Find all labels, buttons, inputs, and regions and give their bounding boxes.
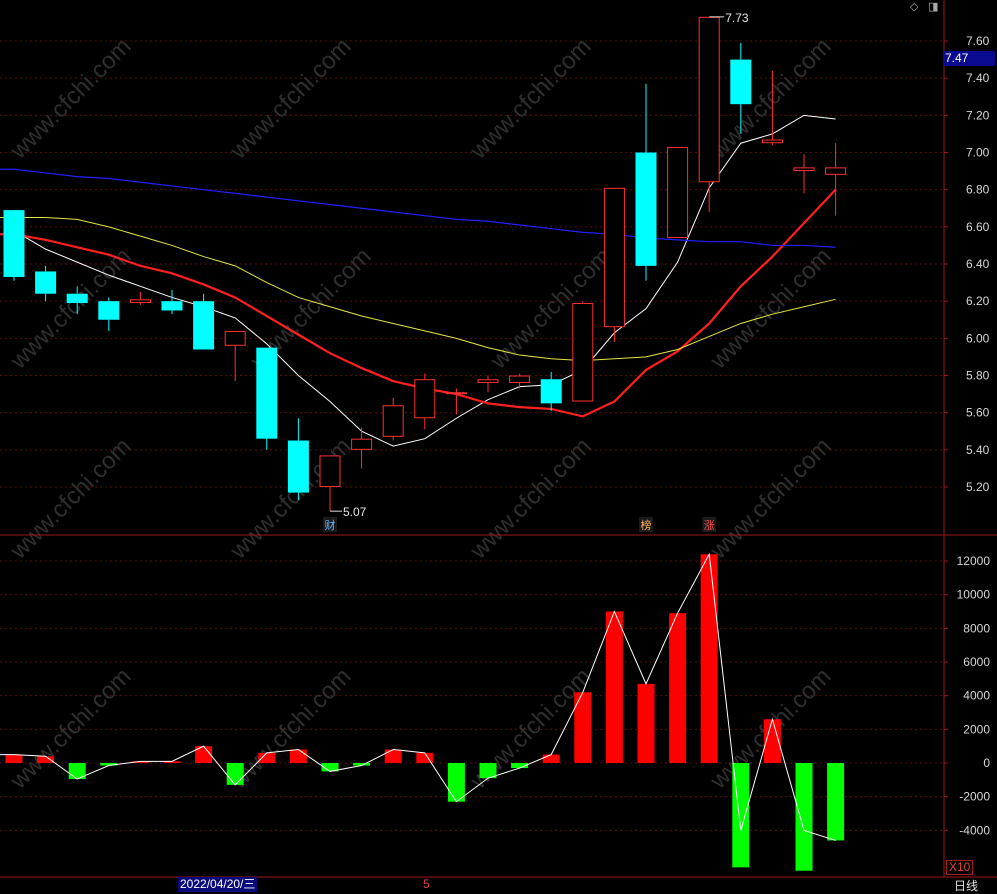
candle-body xyxy=(3,210,25,278)
event-marker: 榜 xyxy=(641,518,652,532)
price-tick-label: 5.20 xyxy=(966,480,990,494)
volume-bar xyxy=(5,754,23,763)
candle-body xyxy=(98,301,120,320)
candle-body xyxy=(477,379,499,383)
volume-multiplier-badge: X10 xyxy=(946,860,974,875)
volume-bar xyxy=(574,692,592,763)
candle-body xyxy=(603,187,625,328)
price-tick-label: 5.60 xyxy=(966,406,990,420)
price-tick-label: 6.20 xyxy=(966,294,990,308)
watermark-text: www.cfchi.com xyxy=(704,33,836,165)
price-tick-label: 7.40 xyxy=(966,71,990,85)
watermark-text: www.cfchi.com xyxy=(464,433,596,565)
candle-body xyxy=(730,59,752,105)
stock-chart[interactable]: www.cfchi.com www.cfchi.com www.cfchi.com w… xyxy=(0,0,997,894)
volume-tick-label: 12000 xyxy=(957,554,991,568)
low-label: 5.07 xyxy=(343,505,367,519)
diamond-icon[interactable]: ◇ xyxy=(910,0,918,13)
candle-body xyxy=(414,379,436,419)
price-tick-label: 5.40 xyxy=(966,443,990,457)
price-tick-label: 7.00 xyxy=(966,146,990,160)
candle-body xyxy=(761,139,783,144)
volume-bar xyxy=(37,756,55,763)
watermark-text: www.cfchi.com xyxy=(464,33,596,165)
candle-body xyxy=(540,379,562,404)
high-label: 7.73 xyxy=(725,11,749,25)
volume-bar xyxy=(605,611,623,763)
window-toggle-icon[interactable]: ◨ xyxy=(928,0,938,13)
volume-bar xyxy=(226,763,244,785)
watermark-text: www.cfchi.com xyxy=(484,243,616,375)
volume-bar xyxy=(637,683,655,763)
current-price-tag: 7.47 xyxy=(943,51,995,66)
candle-body xyxy=(825,167,847,175)
candle-body xyxy=(793,167,815,172)
volume-bar xyxy=(669,613,687,763)
candle-body xyxy=(698,16,720,183)
candle-body xyxy=(66,293,88,304)
candle-body xyxy=(319,455,341,487)
candle-body xyxy=(256,347,278,439)
price-tick-label: 6.40 xyxy=(966,257,990,271)
volume-tick-label: 4000 xyxy=(963,689,990,703)
period-selector[interactable]: 日线 xyxy=(954,877,978,894)
volume-bar xyxy=(795,763,813,871)
volume-bar xyxy=(827,763,845,841)
candle-body xyxy=(445,392,467,395)
candle-body xyxy=(572,303,594,402)
watermark-text: www.cfchi.com xyxy=(704,243,836,375)
candle-body xyxy=(224,330,246,346)
price-tick-label: 7.20 xyxy=(966,108,990,122)
candle-body xyxy=(129,299,151,304)
candle-body xyxy=(351,438,373,450)
candle-body xyxy=(35,271,57,294)
watermark-text: www.cfchi.com xyxy=(4,33,136,165)
ma20-line xyxy=(0,217,836,362)
volume-tick-label: 2000 xyxy=(963,722,990,736)
volume-bar xyxy=(700,554,718,763)
volume-tick-label: 10000 xyxy=(957,588,991,602)
volume-bar xyxy=(289,749,307,763)
candle-body xyxy=(382,405,404,437)
volume-tick-label: -2000 xyxy=(959,790,990,804)
volume-tick-label: -4000 xyxy=(959,823,990,837)
candle-body xyxy=(509,375,531,383)
watermark-text: www.cfchi.com xyxy=(4,433,136,565)
candle-body xyxy=(161,301,183,311)
volume-bar xyxy=(384,749,402,763)
price-tick-label: 6.00 xyxy=(966,331,990,345)
volume-bars xyxy=(0,552,845,871)
price-tick-label: 6.80 xyxy=(966,183,990,197)
volume-bar xyxy=(258,752,276,763)
volume-bar xyxy=(542,754,560,763)
volume-bar xyxy=(447,763,465,802)
volume-tick-label: 8000 xyxy=(963,621,990,635)
candle-body xyxy=(635,152,657,266)
x-tick-label: 5 xyxy=(423,877,430,891)
watermark-text: www.cfchi.com xyxy=(224,33,356,165)
price-tick-label: 6.60 xyxy=(966,220,990,234)
volume-tick-label: 6000 xyxy=(963,655,990,669)
watermark-text: www.cfchi.com xyxy=(704,433,836,565)
candle-body xyxy=(193,301,215,350)
volume-tick-label: 0 xyxy=(983,756,990,770)
price-tick-label: 5.80 xyxy=(966,369,990,383)
candle-body xyxy=(287,440,309,493)
crosshair-date-label: 2022/04/20/三 xyxy=(178,877,258,892)
candle-body xyxy=(667,146,689,238)
event-marker: 涨 xyxy=(704,519,715,532)
price-tick-label: 7.60 xyxy=(966,34,990,48)
event-marker: 财 xyxy=(325,518,336,532)
